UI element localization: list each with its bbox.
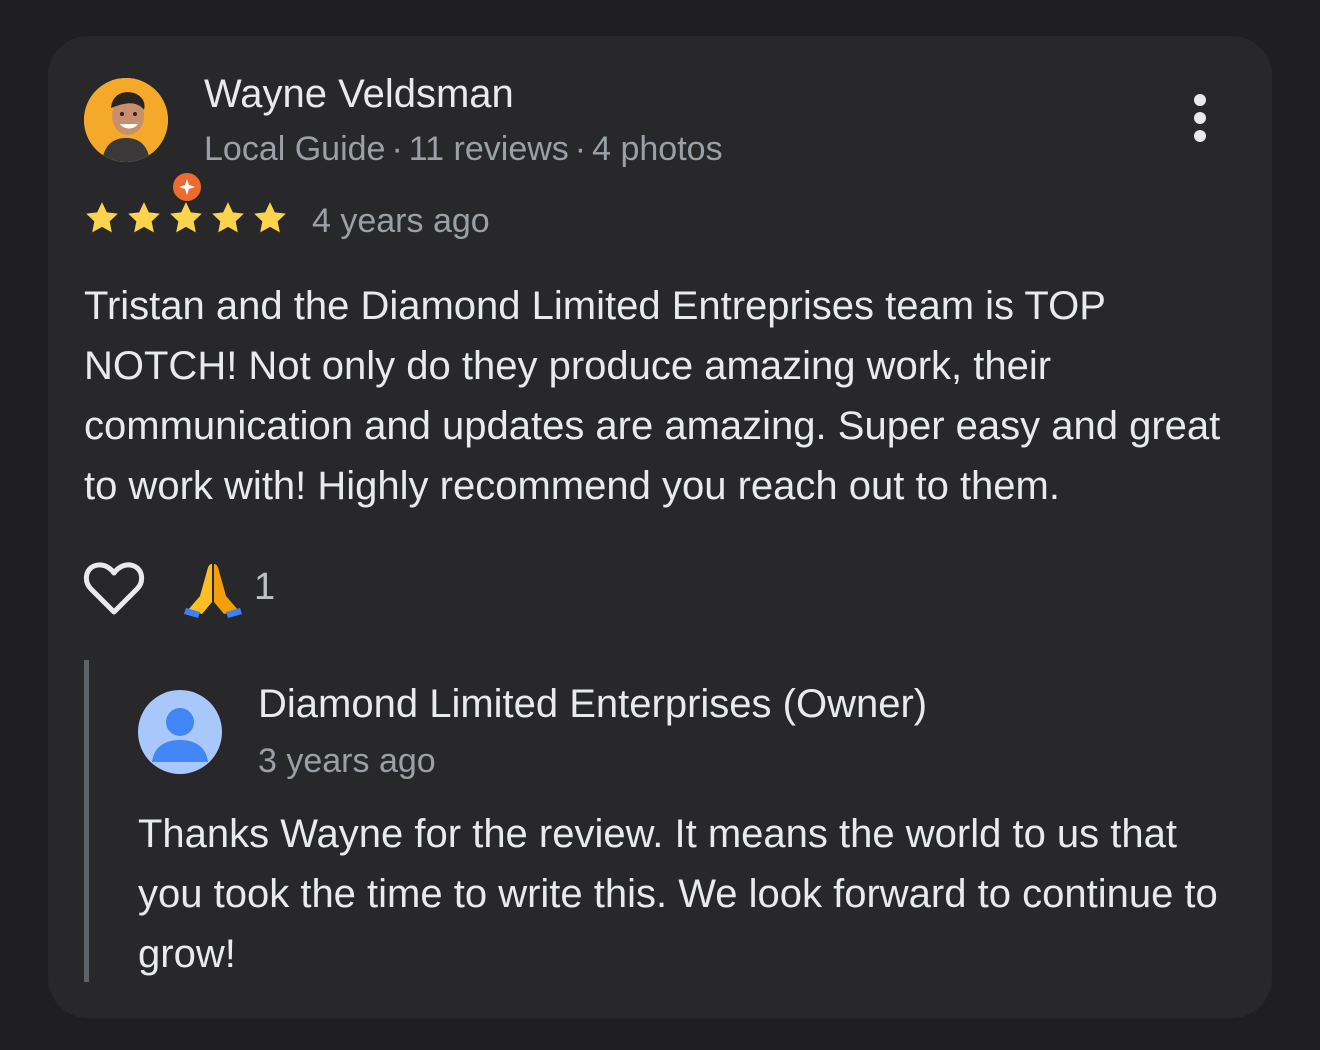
reviewer-photo	[84, 78, 168, 162]
review-text: Tristan and the Diamond Limited Entrepri…	[84, 284, 1221, 508]
reviewer-name[interactable]: Wayne Veldsman	[204, 70, 514, 118]
star-icon	[212, 202, 244, 233]
like-button[interactable]	[82, 558, 146, 618]
review-card: Wayne Veldsman Local Guide · 11 reviews · 4 …	[48, 36, 1272, 1018]
reviewer-meta: Local Guide · 11 reviews · 4 photos	[204, 128, 723, 170]
local-guide-label: Local Guide	[204, 130, 386, 168]
meta-separator: ·	[391, 130, 403, 168]
more-options-button[interactable]	[1178, 92, 1222, 148]
reply-divider	[84, 660, 89, 982]
review-time: 4 years ago	[312, 202, 490, 240]
heart-icon	[84, 562, 144, 615]
folded-hands-icon[interactable]	[182, 558, 244, 618]
star-icon	[254, 202, 286, 233]
reviewer-avatar[interactable]	[84, 78, 204, 204]
reaction-count: 1	[254, 566, 276, 608]
star-rating	[82, 198, 290, 242]
owner-reply-time: 3 years ago	[258, 742, 436, 780]
default-person-avatar-icon[interactable]	[138, 690, 222, 774]
star-icon	[128, 202, 160, 233]
star-icon	[170, 202, 202, 233]
meta-separator: ·	[574, 130, 587, 168]
owner-name[interactable]: Diamond Limited Enterprises (Owner)	[258, 680, 927, 728]
star-icon	[86, 202, 118, 233]
more-vertical-icon	[1194, 94, 1206, 142]
owner-reply-text: Thanks Wayne for the review. It means th…	[138, 812, 1218, 976]
review-count: 11 reviews	[408, 130, 569, 168]
photo-count: 4 photos	[592, 130, 723, 168]
